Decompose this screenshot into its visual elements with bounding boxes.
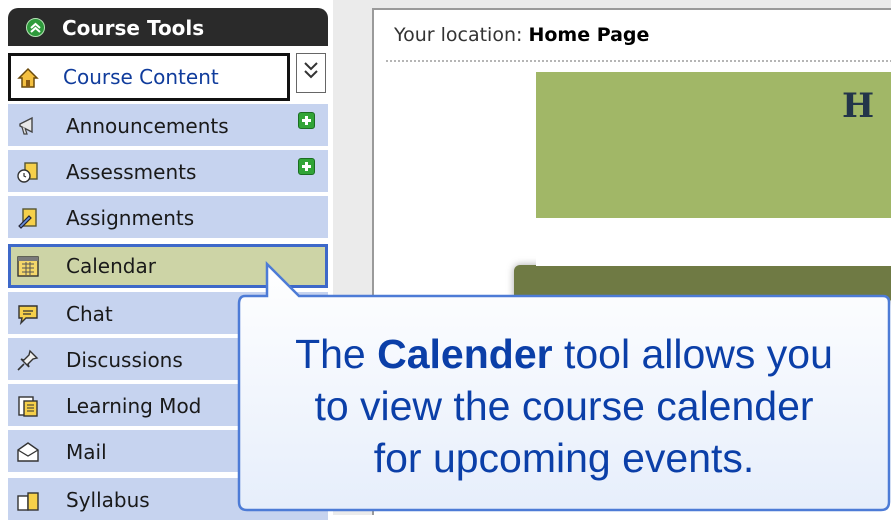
banner-title: H (842, 86, 875, 126)
assessment-icon (16, 160, 40, 184)
sidebar-item-label: Assignments (66, 206, 195, 230)
sidebar-item-label: Learning Mod (66, 394, 202, 418)
pushpin-icon (16, 348, 40, 372)
sidebar-item-label: Calendar (66, 254, 156, 278)
collapse-up-icon[interactable] (26, 18, 45, 37)
sidebar-item-assessments[interactable]: Assessments (8, 150, 328, 194)
callout-text-part: tool allows you (552, 331, 833, 377)
location-prefix: Your location: (394, 24, 529, 46)
breadcrumb: Your location: Home Page (394, 24, 649, 46)
callout-text-part: The (295, 331, 378, 377)
sidebar-item-label: Syllabus (66, 488, 150, 512)
course-banner: H (536, 72, 891, 218)
home-icon (16, 66, 40, 90)
assignment-icon (16, 206, 40, 230)
chevron-down-icon (304, 62, 318, 79)
callout-highlight: Calender (377, 331, 553, 377)
sidebar-item-label: Discussions (66, 348, 183, 372)
sidebar-item-label: Course Content (63, 65, 219, 89)
sidebar-item-label: Mail (66, 440, 107, 464)
callout-text: The Calender tool allows you to view the… (237, 328, 891, 484)
new-item-icon (298, 158, 315, 175)
megaphone-icon (16, 114, 40, 138)
course-tools-header[interactable]: Course Tools (8, 8, 328, 46)
callout-line-3: for upcoming events. (373, 435, 755, 481)
frame-top-gutter (333, 0, 891, 8)
sidebar-item-label: Assessments (66, 160, 197, 184)
learning-module-icon (16, 394, 40, 418)
new-item-icon (298, 112, 315, 129)
syllabus-icon (16, 488, 40, 512)
sidebar-item-label: Chat (66, 302, 113, 326)
sidebar-item-assignments[interactable]: Assignments (8, 196, 328, 240)
callout-line-1: The Calender tool allows you (237, 328, 891, 380)
sidebar-item-announcements[interactable]: Announcements (8, 104, 328, 148)
course-tools-title: Course Tools (62, 16, 205, 40)
callout-line-2: to view the course calender (314, 383, 814, 429)
banner-caption-area (536, 218, 891, 266)
mail-icon (16, 440, 40, 464)
tooltip-callout: The Calender tool allows you to view the… (237, 260, 891, 512)
divider (386, 60, 891, 62)
sidebar-item-course-content[interactable]: Course Content (8, 53, 290, 101)
chat-bubble-icon (16, 302, 40, 326)
calendar-icon (16, 254, 40, 278)
sidebar-item-label: Announcements (66, 114, 229, 138)
location-value[interactable]: Home Page (528, 24, 649, 46)
collapse-button[interactable] (296, 53, 326, 93)
